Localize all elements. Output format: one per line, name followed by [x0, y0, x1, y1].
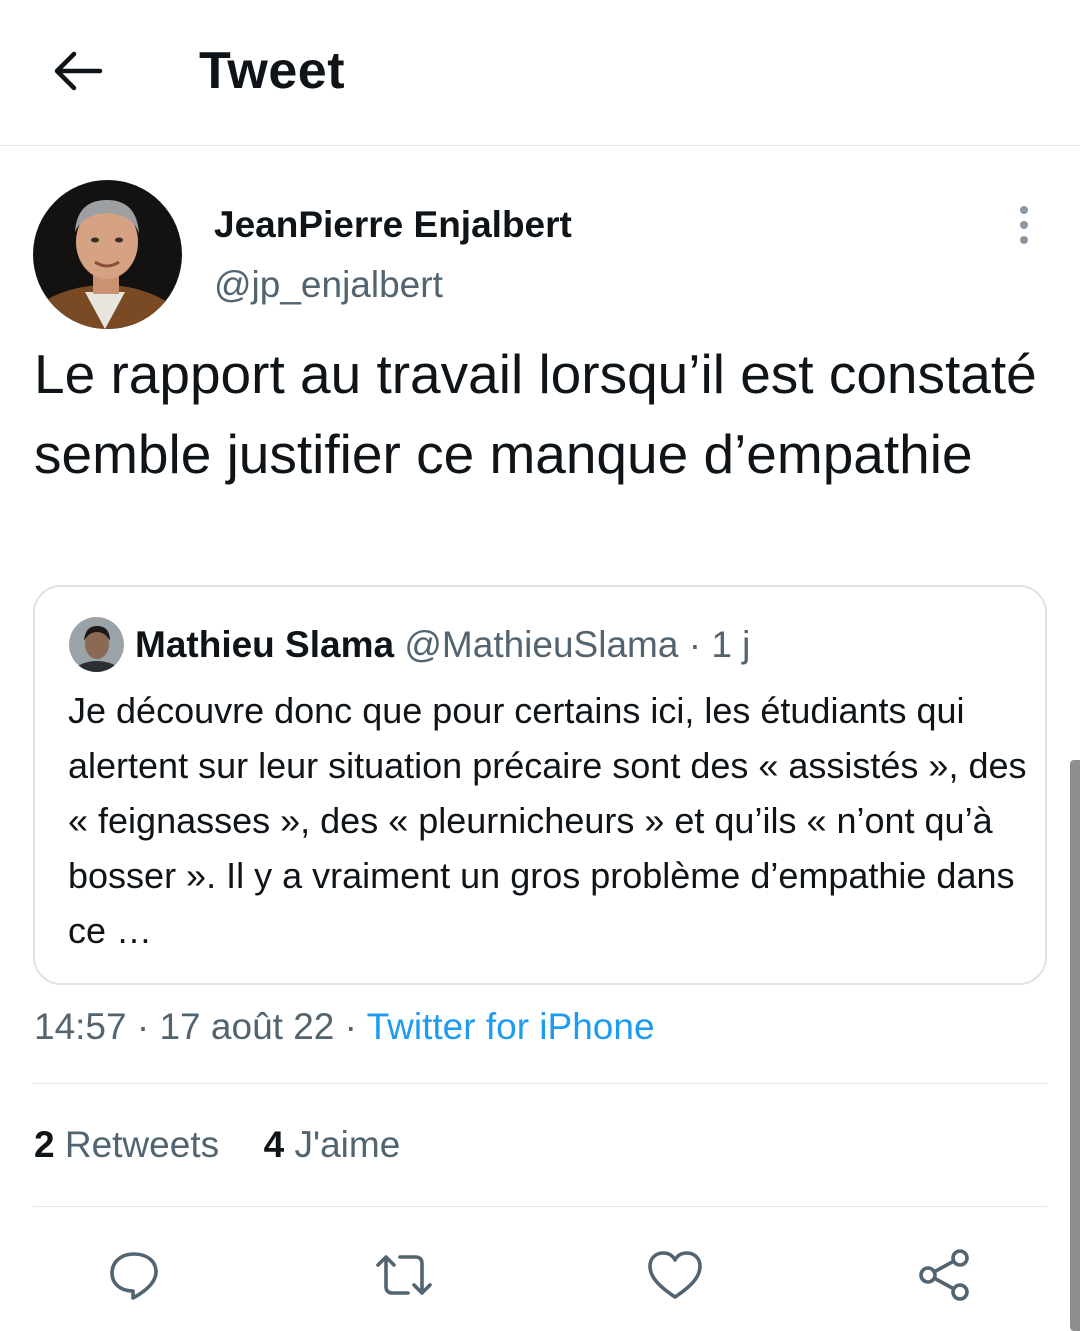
meta-separator: ·: [344, 1006, 357, 1047]
top-bar: Tweet: [0, 0, 1080, 146]
tweet-meta: 14:57 · 17 août 22 · Twitter for iPhone: [34, 1002, 655, 1052]
likes-count: 4: [263, 1124, 285, 1165]
author-handle[interactable]: @jp_enjalbert: [214, 262, 443, 308]
likes-label: J'aime: [294, 1124, 401, 1165]
likes-stat[interactable]: 4 J'aime: [264, 1124, 401, 1165]
quote-separator: ·: [688, 624, 702, 665]
engagement-stats: 2 Retweets 4 J'aime: [34, 1120, 400, 1170]
more-options-button[interactable]: [1004, 200, 1044, 250]
retweets-count: 2: [34, 1124, 55, 1165]
back-button[interactable]: [44, 38, 110, 104]
page-title: Tweet: [199, 42, 346, 100]
author-avatar[interactable]: [33, 180, 182, 329]
divider: [33, 1206, 1047, 1207]
tweet-text: Le rapport au travail lorsqu’il est cons…: [34, 343, 1037, 485]
tweet-source-link[interactable]: Twitter for iPhone: [367, 1006, 655, 1047]
quote-age: 1 j: [711, 624, 751, 665]
divider: [33, 1083, 1047, 1084]
share-button[interactable]: [912, 1243, 976, 1307]
retweet-button[interactable]: [372, 1243, 436, 1307]
author-photo: [33, 180, 182, 329]
quote-author-avatar: [69, 617, 124, 672]
retweets-label: Retweets: [64, 1124, 220, 1165]
meta-separator: ·: [136, 1006, 150, 1047]
like-icon: [648, 1251, 702, 1299]
retweet-icon: [376, 1255, 432, 1295]
reply-button[interactable]: [102, 1243, 166, 1307]
tweet-date: 17 août 22: [159, 1006, 335, 1047]
quote-author-name: Mathieu Slama: [135, 624, 395, 665]
tweet-time: 14:57: [34, 1006, 127, 1047]
like-button[interactable]: [643, 1243, 707, 1307]
quoted-tweet[interactable]: Mathieu Slama @MathieuSlama · 1 j Je déc…: [33, 585, 1047, 985]
more-vertical-icon: [1020, 206, 1028, 244]
quote-header: Mathieu Slama @MathieuSlama · 1 j: [135, 621, 750, 669]
share-icon: [919, 1249, 969, 1301]
retweets-stat[interactable]: 2 Retweets: [34, 1124, 229, 1165]
quote-author-handle: @MathieuSlama: [404, 624, 679, 665]
arrow-left-icon: [54, 51, 103, 91]
scrollbar[interactable]: [1070, 760, 1080, 1331]
quote-text: Je découvre donc que pour certains ici, …: [68, 690, 1027, 951]
author-name[interactable]: JeanPierre Enjalbert: [214, 202, 572, 248]
reply-icon: [110, 1252, 158, 1300]
